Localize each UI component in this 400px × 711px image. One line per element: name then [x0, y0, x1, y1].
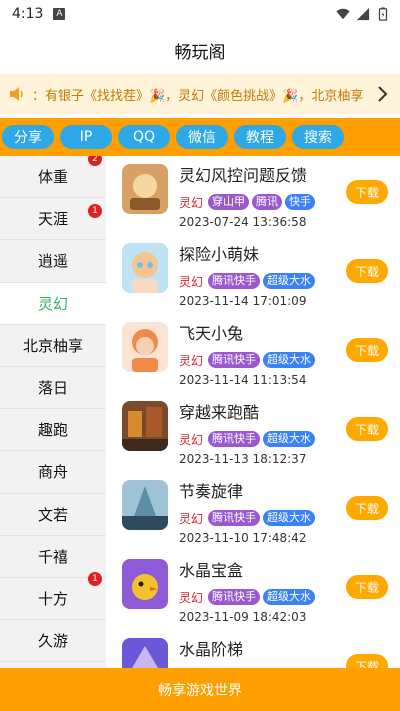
- signal-icon: [356, 7, 370, 21]
- sidebar-item-xiaoyao[interactable]: 逍遥: [0, 240, 106, 283]
- tag: 腾讯: [252, 194, 283, 210]
- game-date: 2023-07-24 13:36:58: [179, 215, 307, 229]
- game-list: 灵幻风控问题反馈 灵幻 穿山甲 腾讯 快手 2023-07-24 13:36:5…: [106, 156, 400, 668]
- sidebar-item-label: 久游: [37, 632, 68, 651]
- sidebar-item-label: 商舟: [37, 463, 68, 482]
- sidebar-item-wenruo[interactable]: 文若: [0, 494, 106, 536]
- category-tag: 灵幻: [179, 274, 204, 289]
- chip-tutorial[interactable]: 教程: [234, 125, 286, 149]
- tag: 快手: [285, 194, 316, 210]
- status-time: 4:13: [12, 6, 44, 22]
- sidebar-item-tianya[interactable]: 天涯 1: [0, 198, 106, 241]
- unread-badge: 1: [88, 204, 102, 219]
- sidebar-item-shifang[interactable]: 十方 1: [0, 571, 106, 621]
- tag: 腾讯快手: [208, 510, 261, 526]
- page-title: 畅玩阁: [174, 42, 226, 63]
- sidebar-item-linghuan[interactable]: 灵幻: [0, 282, 106, 325]
- list-item[interactable]: 探险小萌妹 灵幻 腾讯快手 超级大水 2023-11-14 17:01:09 下…: [106, 235, 400, 314]
- status-right: [336, 7, 390, 21]
- game-date: 2023-11-10 17:48:42: [179, 531, 307, 545]
- download-button[interactable]: 下载: [346, 417, 388, 441]
- game-icon: [122, 480, 168, 530]
- sidebar-item-label: 十方: [37, 589, 68, 608]
- category-tag: 灵幻: [179, 432, 204, 447]
- chip-ip[interactable]: IP: [60, 125, 112, 149]
- category-tag: 灵幻: [179, 590, 204, 605]
- category-sidebar: 体重 2 天涯 1 逍遥 灵幻 北京柚享 落日 趣跑 商舟 文若 千禧 十方 1 久游: [0, 156, 106, 668]
- sidebar-item-beijing-youxiang[interactable]: 北京柚享: [0, 325, 106, 367]
- sidebar-item-label: 逍遥: [37, 252, 68, 271]
- download-button[interactable]: 下载: [346, 575, 388, 599]
- list-item[interactable]: 灵幻风控问题反馈 灵幻 穿山甲 腾讯 快手 2023-07-24 13:36:5…: [106, 156, 400, 235]
- sidebar-item-qianxi[interactable]: 千禧: [0, 536, 106, 578]
- tag: 腾讯快手: [208, 431, 261, 447]
- game-date: 2023-11-14 17:01:09: [179, 294, 307, 308]
- footer-banner[interactable]: 畅享游戏世界: [0, 668, 400, 711]
- download-button[interactable]: 下载: [346, 654, 388, 668]
- battery-icon: [378, 7, 388, 21]
- game-icon: [122, 638, 168, 668]
- speaker-icon: [10, 87, 23, 101]
- download-button[interactable]: 下载: [346, 338, 388, 362]
- sidebar-item-label: 体重: [37, 168, 68, 187]
- sidebar-item-label: 文若: [37, 505, 68, 524]
- download-button[interactable]: 下载: [346, 259, 388, 283]
- category-tag: 灵幻: [179, 195, 204, 210]
- list-item[interactable]: 穿越来跑酷 灵幻 腾讯快手 超级大水 2023-11-13 18:12:37 下…: [106, 393, 400, 472]
- wifi-icon: [336, 8, 350, 20]
- tag: 穿山甲: [208, 194, 250, 210]
- game-icon: [122, 559, 168, 609]
- marquee-text: ：有银子《找找茬》🎉，灵幻《颜色挑战》🎉，北京柚享: [32, 88, 364, 104]
- sidebar-item-label: 北京柚享: [22, 336, 83, 355]
- game-icon: [122, 322, 168, 372]
- announcement-marquee[interactable]: ：有银子《找找茬》🎉，灵幻《颜色挑战》🎉，北京柚享: [0, 74, 400, 114]
- game-date: 2023-11-13 18:12:37: [179, 452, 307, 466]
- list-item[interactable]: 水晶宝盒 灵幻 腾讯快手 超级大水 2023-11-09 18:42:03 下载: [106, 551, 400, 630]
- status-bar: 4:13 A: [0, 0, 400, 28]
- sidebar-item-label: 落日: [37, 379, 68, 398]
- tag: 超级大水: [263, 589, 316, 605]
- sidebar-item-label: 灵幻: [37, 294, 68, 313]
- sidebar-item-label: 天涯: [37, 210, 68, 229]
- chip-share[interactable]: 分享: [2, 125, 54, 149]
- sidebar-item-jiuyou[interactable]: 久游: [0, 620, 106, 663]
- game-date: 2023-11-09 18:42:03: [179, 610, 307, 624]
- unread-badge: 1: [88, 571, 102, 586]
- notification-a-icon: A: [53, 8, 66, 20]
- game-icon: [122, 164, 168, 214]
- tag: 腾讯快手: [208, 589, 261, 605]
- tag: 腾讯快手: [208, 352, 261, 368]
- download-button[interactable]: 下载: [346, 496, 388, 520]
- category-tag: 灵幻: [179, 353, 204, 368]
- chevron-right-icon[interactable]: [370, 82, 394, 106]
- chip-wechat[interactable]: 微信: [176, 125, 228, 149]
- tag: 超级大水: [263, 352, 316, 368]
- sidebar-item-tizhong[interactable]: 体重 2: [0, 156, 106, 199]
- game-date: 2023-11-14 11:13:54: [179, 373, 307, 387]
- list-item[interactable]: 水晶阶梯 下载: [106, 630, 400, 668]
- tag: 超级大水: [263, 510, 316, 526]
- unread-badge: 2: [88, 156, 102, 166]
- game-icon: [122, 401, 168, 451]
- list-item[interactable]: 飞天小兔 灵幻 腾讯快手 超级大水 2023-11-14 11:13:54 下载: [106, 314, 400, 393]
- chip-qq[interactable]: QQ: [118, 125, 170, 149]
- sidebar-item-qupao[interactable]: 趣跑: [0, 409, 106, 452]
- list-item[interactable]: 节奏旋律 灵幻 腾讯快手 超级大水 2023-11-10 17:48:42 下载: [106, 472, 400, 551]
- tag: 超级大水: [263, 273, 316, 289]
- tag: 腾讯快手: [208, 273, 261, 289]
- download-button[interactable]: 下载: [346, 180, 388, 204]
- sidebar-item-label: 千禧: [37, 547, 68, 566]
- sidebar-item-label: 趣跑: [37, 421, 68, 440]
- sidebar-item-luori[interactable]: 落日: [0, 367, 106, 410]
- sidebar-item-shangzhou[interactable]: 商舟: [0, 451, 106, 494]
- category-tag: 灵幻: [179, 511, 204, 526]
- game-icon: [122, 243, 168, 293]
- quick-action-bar: 分享 IP QQ 微信 教程 搜索: [0, 118, 400, 156]
- chip-search[interactable]: 搜索: [292, 125, 344, 149]
- tag: 超级大水: [263, 431, 316, 447]
